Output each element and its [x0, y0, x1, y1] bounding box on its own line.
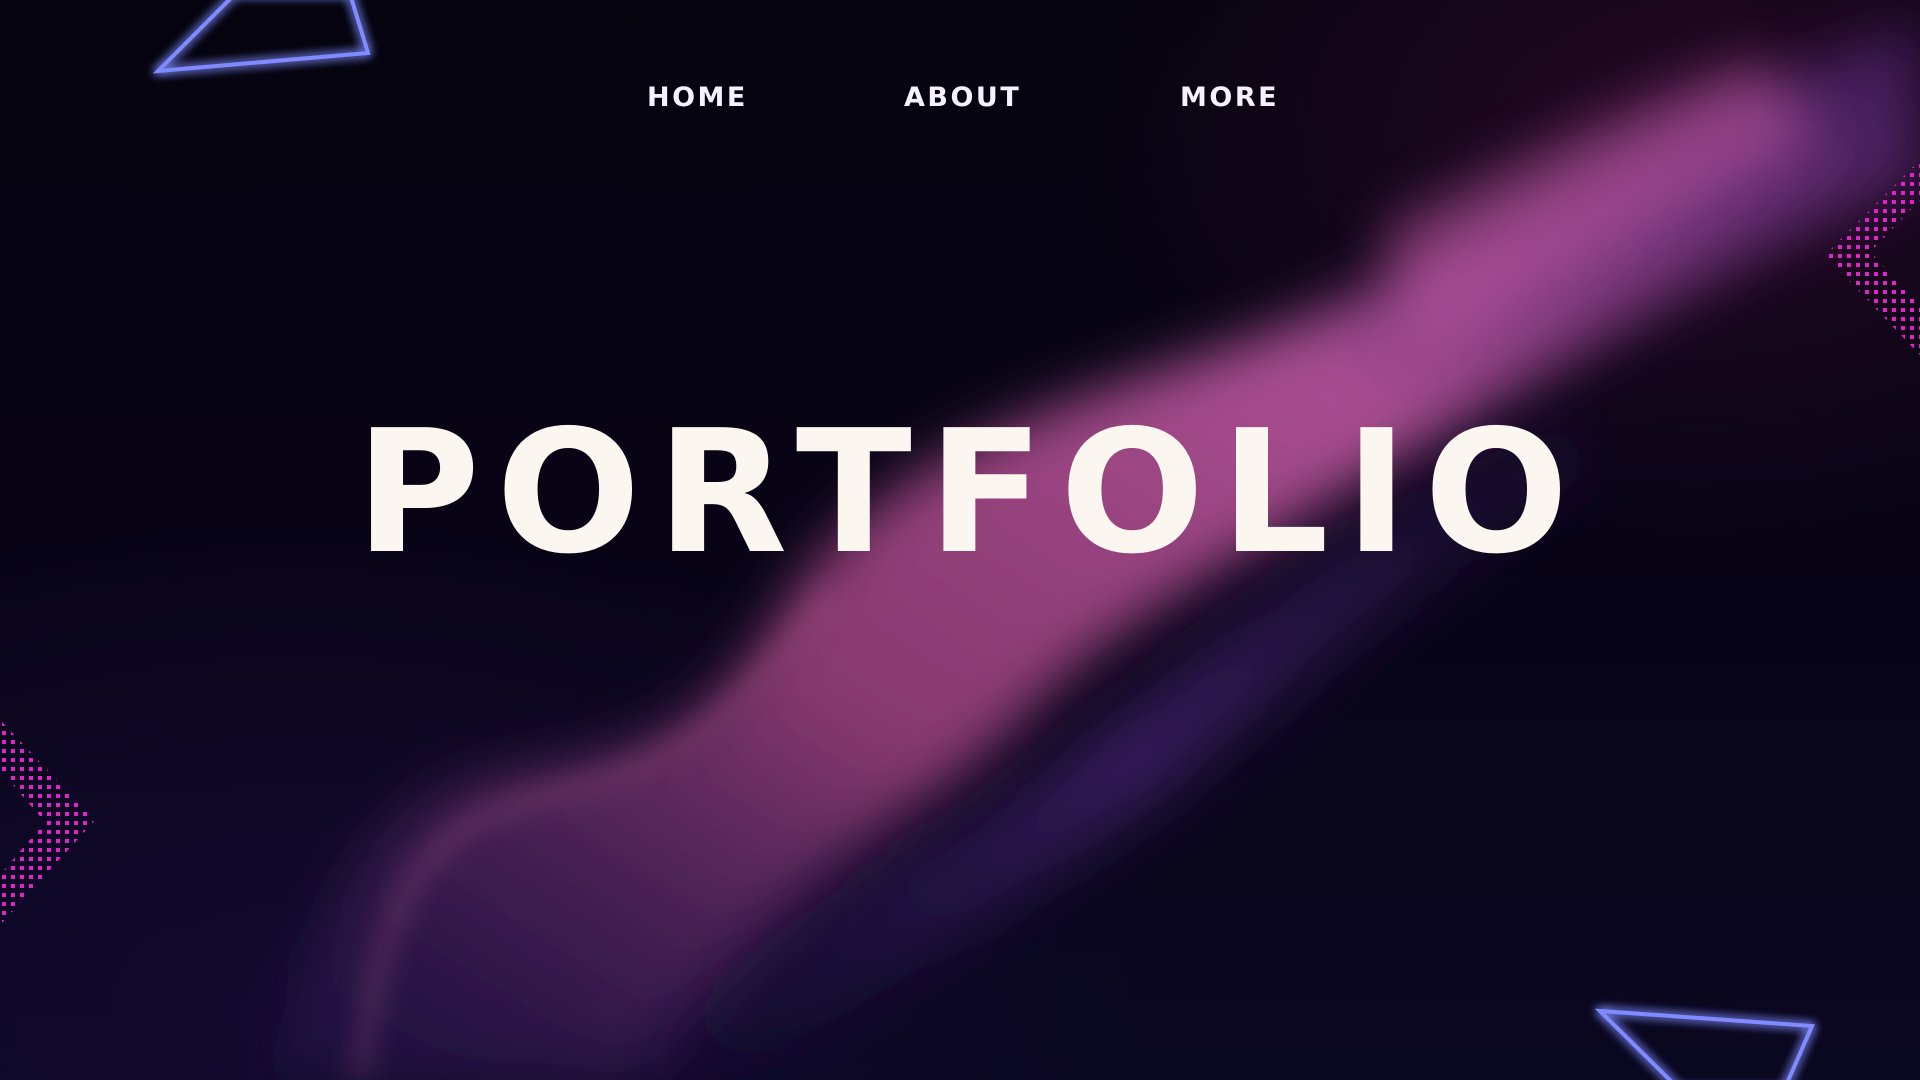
nav-more-link[interactable]: MORE	[1180, 82, 1279, 113]
hero-title: PORTFOLIO	[355, 394, 1585, 592]
neon-triangle-icon	[152, 0, 371, 74]
nav-about-link[interactable]: ABOUT	[904, 82, 1021, 113]
neon-triangle-icon	[1594, 1008, 1815, 1080]
nav-home-link[interactable]: HOME	[647, 82, 748, 113]
main-nav: HOME ABOUT MORE	[0, 82, 1920, 126]
landing-page: HOME ABOUT MORE PORTFOLIO	[0, 0, 1920, 1080]
